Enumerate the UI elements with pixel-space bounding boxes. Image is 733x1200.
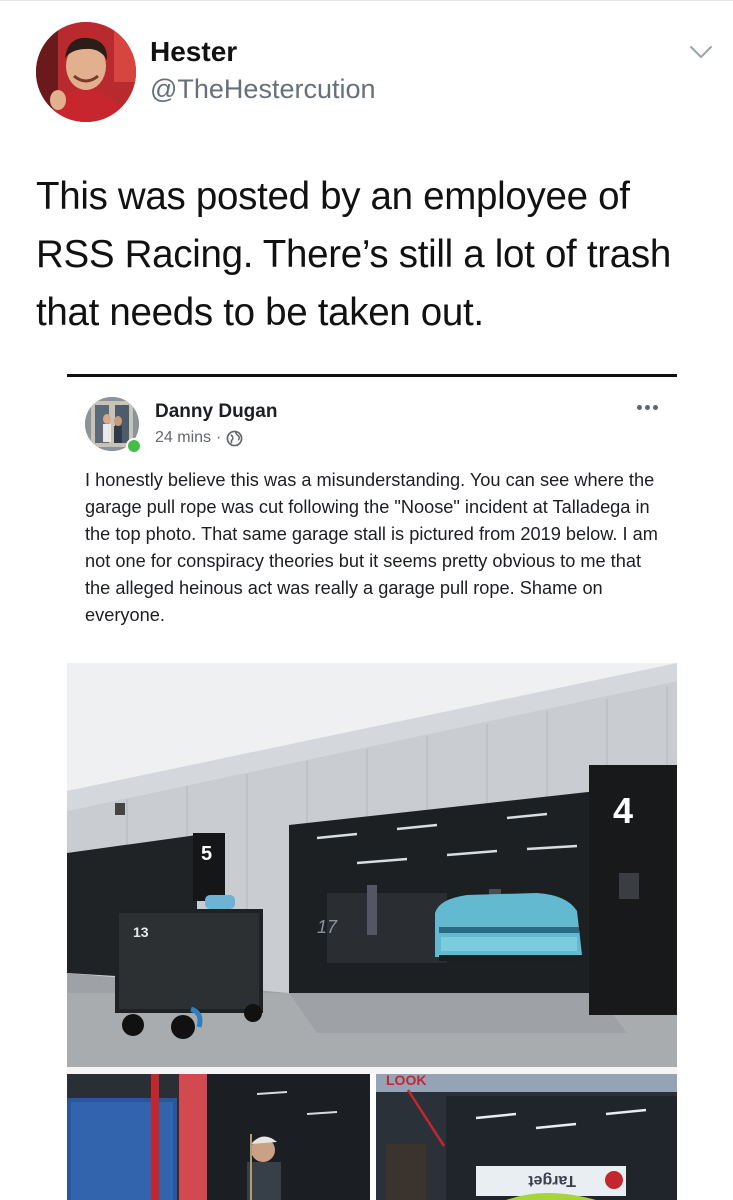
- cart-label-13: 13: [133, 924, 149, 940]
- post-time: 24 mins: [155, 429, 212, 446]
- top-divider: [0, 0, 733, 1]
- avatar-image: [36, 22, 136, 122]
- look-annotation: LOOK: [386, 1074, 426, 1088]
- stall-number-5: 5: [201, 843, 212, 865]
- car-number-17: 17: [317, 917, 338, 937]
- author-avatar[interactable]: [36, 22, 136, 122]
- more-options-icon: [637, 405, 658, 410]
- bottom-photo-row: LOOK Target: [67, 1074, 677, 1200]
- tweet-text: This was posted by an employee of RSS Ra…: [36, 175, 671, 334]
- embedded-screenshot[interactable]: Danny Dugan 24 mins · I honestly believe…: [67, 374, 677, 1200]
- stall-number-4: 4: [613, 790, 633, 831]
- online-status-indicator: [126, 438, 142, 454]
- chevron-down-icon[interactable]: [688, 42, 714, 62]
- facebook-post: Danny Dugan 24 mins · I honestly believe…: [67, 377, 677, 663]
- globe-icon: [226, 430, 243, 446]
- garage-photo-bottom-left: [67, 1074, 370, 1200]
- garage-photo-main: 5 17 4 13: [67, 663, 677, 1067]
- post-body: I honestly believe this was a misunderst…: [85, 470, 658, 625]
- garage-photo-bottom-right: LOOK Target: [376, 1074, 677, 1200]
- author-handle[interactable]: @TheHestercution: [150, 74, 376, 105]
- author-name[interactable]: Hester: [150, 36, 237, 68]
- target-sponsor-text: Target: [528, 1172, 576, 1189]
- poster-name: Danny Dugan: [155, 401, 278, 422]
- meta-separator: ·: [216, 429, 222, 446]
- post-meta: 24 mins ·: [155, 429, 243, 447]
